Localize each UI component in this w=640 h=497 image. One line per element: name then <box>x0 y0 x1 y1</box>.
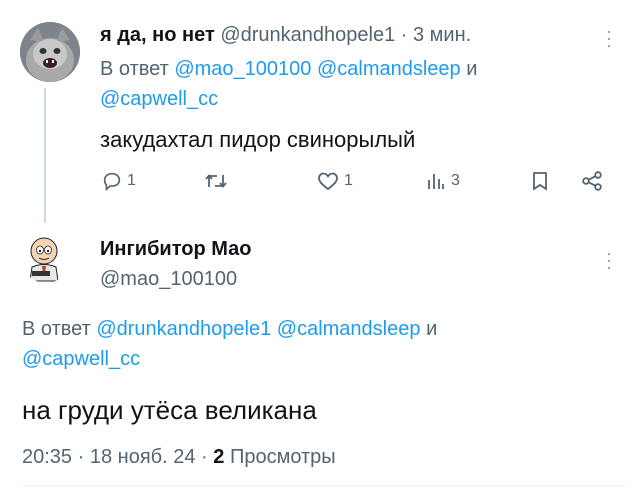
display-name[interactable]: Ингибитор Мао <box>100 238 252 261</box>
reply-count: 1 <box>127 172 136 189</box>
reply-conjunction: и <box>466 58 478 80</box>
mention-link[interactable]: @drunkandhopele1 <box>96 318 271 340</box>
retweet-button[interactable] <box>204 170 232 192</box>
tweet-text: на груди утёса великана <box>22 395 317 425</box>
handle[interactable]: @mao_100100 <box>100 268 237 291</box>
reply-icon <box>103 172 121 192</box>
reply-prefix: В ответ <box>22 318 91 340</box>
separator: · <box>201 446 208 468</box>
reply-to-line-continued: @capwell_cc <box>100 88 218 111</box>
reply-button[interactable]: 1 <box>101 170 136 192</box>
views-button[interactable]: 3 <box>425 170 460 192</box>
avatar[interactable] <box>22 235 70 283</box>
bookmark-icon <box>533 172 547 191</box>
reply-to-line-continued: @capwell_cc <box>22 348 140 371</box>
like-icon <box>318 172 338 191</box>
thread-connector-line <box>44 88 46 223</box>
more-icon[interactable]: · · · <box>606 22 612 54</box>
tweet-header: я да, но нет @drunkandhopele1 · 3 мин. <box>100 24 471 47</box>
cat-avatar-image <box>20 22 80 82</box>
avatar[interactable] <box>20 22 80 82</box>
reply-to-line: В ответ @drunkandhopele1 @calmandsleep и <box>22 318 437 341</box>
tweet-meta: 20:35 · 18 нояб. 24 · 2 Просмотры <box>22 446 336 469</box>
mention-link[interactable]: @calmandsleep <box>317 58 461 80</box>
more-icon[interactable]: · · · <box>606 244 612 276</box>
mention-link[interactable]: @capwell_cc <box>22 348 140 370</box>
cartoon-avatar-image <box>22 235 70 283</box>
divider <box>22 485 626 486</box>
share-icon <box>582 171 602 191</box>
date[interactable]: 18 нояб. 24 <box>90 446 196 468</box>
views-count: 2 <box>213 446 225 468</box>
share-button[interactable] <box>580 170 604 192</box>
separator: · <box>400 24 408 46</box>
retweet-icon <box>205 174 227 188</box>
mention-link[interactable]: @calmandsleep <box>277 318 421 340</box>
views-count: 3 <box>451 172 460 189</box>
separator: · <box>77 446 85 468</box>
like-button[interactable]: 1 <box>316 170 353 192</box>
timestamp[interactable]: 20:35 <box>22 446 72 468</box>
mention-link[interactable]: @capwell_cc <box>100 88 218 110</box>
bookmark-button[interactable] <box>530 170 550 192</box>
reply-prefix: В ответ <box>100 58 169 80</box>
views-label[interactable]: Просмотры <box>230 446 336 468</box>
reply-conjunction: и <box>426 318 438 340</box>
tweet-text: закудахтал пидор свинорылый <box>100 127 416 152</box>
mention-link[interactable]: @mao_100100 <box>174 58 311 80</box>
handle[interactable]: @drunkandhopele1 <box>220 24 395 46</box>
display-name[interactable]: я да, но нет <box>100 24 215 46</box>
like-count: 1 <box>344 172 353 189</box>
timestamp[interactable]: 3 мин. <box>413 24 471 46</box>
views-icon <box>428 174 444 189</box>
reply-to-line: В ответ @mao_100100 @calmandsleep и <box>100 58 477 81</box>
action-bar: 1 1 3 <box>0 170 640 200</box>
